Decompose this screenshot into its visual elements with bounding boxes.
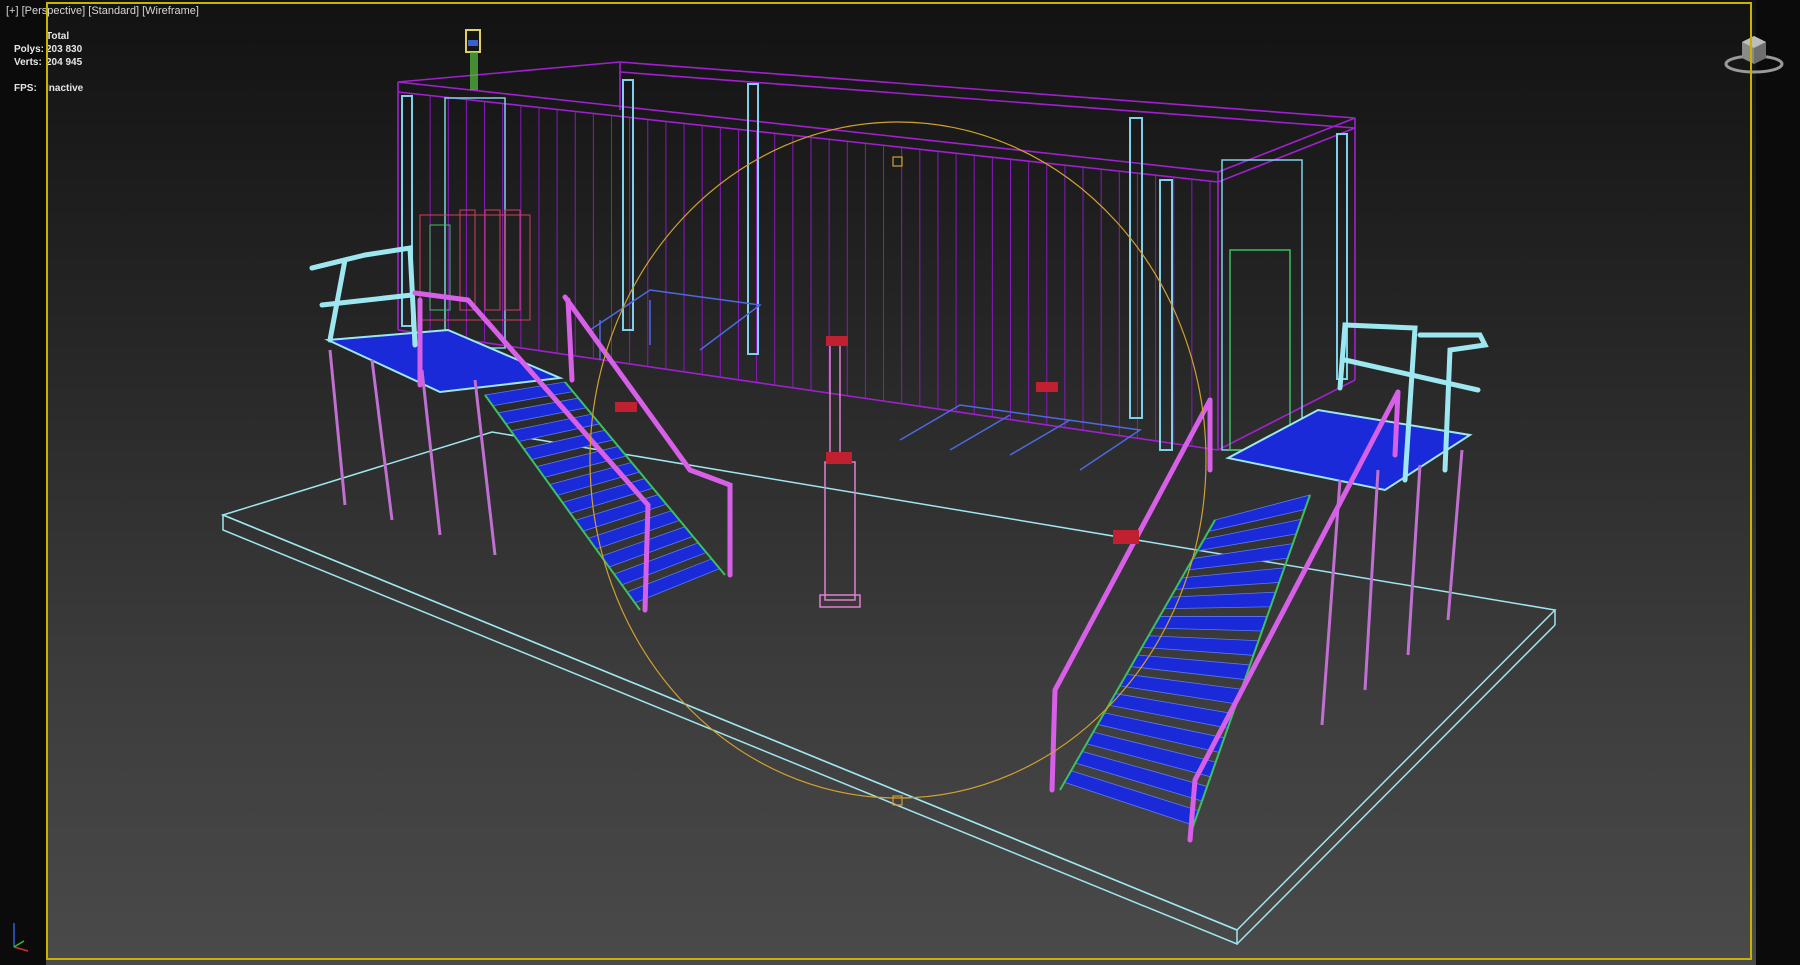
viewcube-icon[interactable]: [1722, 30, 1786, 75]
axis-tripod-icon: [13, 923, 29, 952]
right-legs: [1320, 449, 1464, 726]
scene-statistics: Total Polys: 203 830 Verts: 204 945 FPS: In…: [14, 30, 83, 95]
stats-header: Total: [46, 31, 70, 42]
wireframe-scene[interactable]: [0, 0, 1800, 965]
support-pillars: [819, 344, 861, 608]
polys-value: 203 830: [46, 44, 83, 55]
fps-label: FPS:: [14, 83, 37, 94]
right-landing: [1225, 408, 1473, 492]
right-staircase: [1059, 494, 1311, 836]
viewport-label: [+] [Perspective] [Standard] [Wireframe]: [6, 5, 199, 17]
verts-label: Verts:: [14, 57, 42, 68]
left-landing: [324, 328, 564, 394]
viewport-display-mode[interactable]: [Wireframe]: [142, 5, 199, 17]
mount-brackets: [615, 336, 1139, 544]
perspective-viewport[interactable]: [+] [Perspective] [Standard] [Wireframe]…: [0, 0, 1800, 965]
base-slab: [220, 431, 1557, 946]
polys-label: Polys:: [14, 44, 45, 55]
stair-tread: [1130, 654, 1251, 681]
stair-tread: [1174, 567, 1285, 590]
viewport-view[interactable]: [Perspective]: [22, 5, 86, 17]
verts-value: 204 945: [46, 57, 83, 68]
electric-panel: [419, 209, 531, 321]
viewport-menu[interactable]: [+]: [6, 5, 19, 17]
fps-value: Inactive: [46, 83, 84, 94]
chimney: [465, 29, 481, 90]
viewport-shading[interactable]: [Standard]: [88, 5, 139, 17]
left-staircase: [484, 381, 726, 611]
